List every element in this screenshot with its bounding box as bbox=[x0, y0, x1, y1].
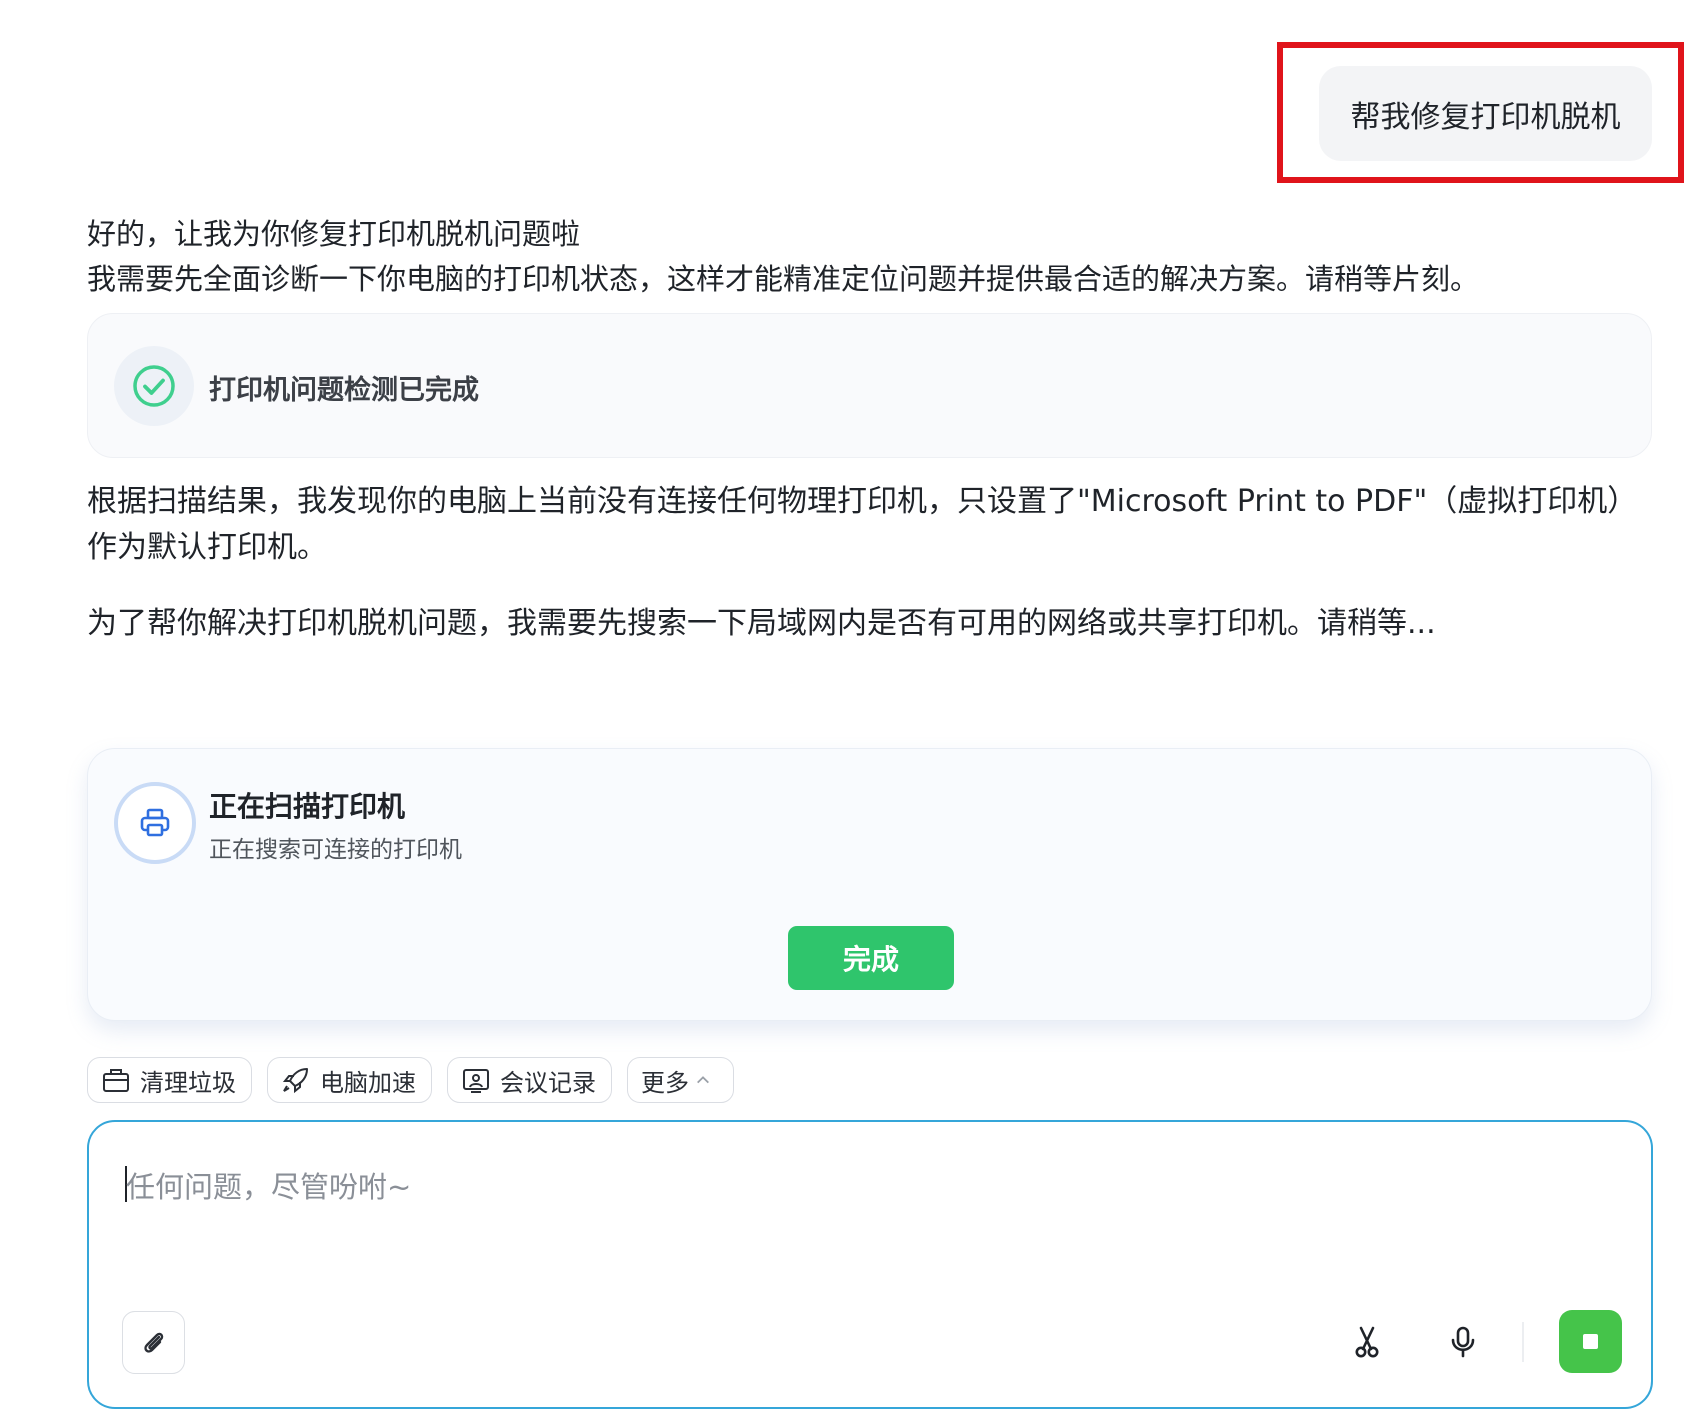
scissors-button[interactable] bbox=[1343, 1318, 1391, 1366]
chat-input-box[interactable]: 任何问题，尽管吩咐~ bbox=[87, 1120, 1653, 1409]
scissors-icon bbox=[1355, 1326, 1379, 1358]
meeting-record-icon bbox=[463, 1069, 489, 1093]
user-message-text: 帮我修复打印机脱机 bbox=[1350, 99, 1621, 135]
quick-action-meeting-record[interactable]: 会议记录 bbox=[447, 1057, 612, 1103]
chat-input-placeholder: 任何问题，尽管吩咐~ bbox=[126, 1170, 412, 1204]
scan-result-paragraph: 根据扫描结果，我发现你的电脑上当前没有连接任何物理打印机，只设置了"Micros… bbox=[87, 484, 1638, 565]
microphone-button[interactable] bbox=[1439, 1318, 1487, 1366]
scan-card-title: 正在扫描打印机 bbox=[209, 790, 406, 823]
quick-action-label: 清理垃圾 bbox=[140, 1068, 236, 1097]
quick-action-speed-up[interactable]: 电脑加速 bbox=[267, 1057, 432, 1103]
briefcase-icon bbox=[103, 1069, 129, 1092]
next-step-paragraph: 为了帮你解决打印机脱机问题，我需要先搜索一下局域网内是否有可用的网络或共享打印机… bbox=[87, 606, 1436, 641]
detection-status-title: 打印机问题检测已完成 bbox=[209, 375, 479, 406]
check-circle-icon bbox=[114, 346, 194, 426]
quick-action-more[interactable]: 更多 bbox=[627, 1057, 734, 1103]
detection-status-card: 打印机问题检测已完成 bbox=[87, 313, 1652, 458]
quick-action-label: 更多 bbox=[641, 1068, 689, 1097]
quick-action-clean-junk[interactable]: 清理垃圾 bbox=[87, 1057, 252, 1103]
stop-square-icon bbox=[1583, 1334, 1598, 1349]
quick-action-label: 会议记录 bbox=[500, 1068, 596, 1097]
stop-button[interactable] bbox=[1559, 1310, 1622, 1373]
scan-card-subtitle: 正在搜索可连接的打印机 bbox=[209, 837, 462, 863]
rocket-icon bbox=[282, 1068, 308, 1094]
assistant-reply-line-1: 好的，让我为你修复打印机脱机问题啦 bbox=[87, 217, 581, 251]
done-button[interactable]: 完成 bbox=[788, 926, 954, 990]
printer-scan-card: 正在扫描打印机 正在搜索可连接的打印机 完成 bbox=[87, 748, 1652, 1021]
quick-action-label: 电脑加速 bbox=[320, 1068, 416, 1097]
microphone-icon bbox=[1451, 1326, 1475, 1358]
toolbar-divider bbox=[1522, 1322, 1524, 1362]
attach-button[interactable] bbox=[122, 1311, 185, 1374]
assistant-reply-line-2: 我需要先全面诊断一下你电脑的打印机状态，这样才能精准定位问题并提供最合适的解决方… bbox=[87, 262, 1480, 296]
chevron-up-icon bbox=[697, 1076, 709, 1084]
user-message-bubble: 帮我修复打印机脱机 bbox=[1319, 66, 1652, 161]
printer-icon bbox=[114, 782, 196, 864]
paperclip-icon bbox=[143, 1332, 163, 1353]
